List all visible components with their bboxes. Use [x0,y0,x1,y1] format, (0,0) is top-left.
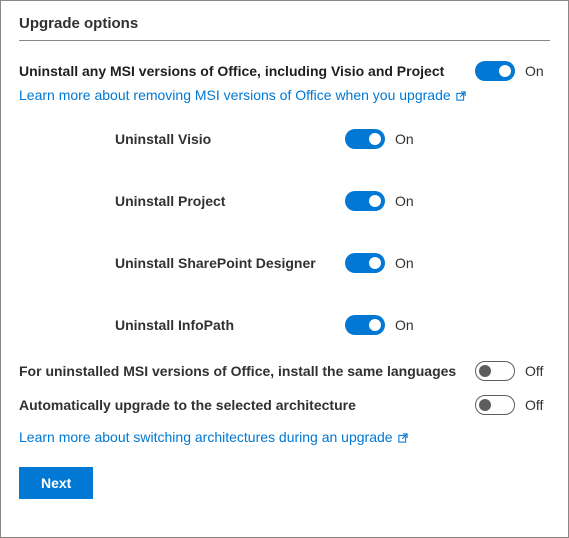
external-link-icon [455,89,467,101]
sub-option-project: Uninstall Project On [115,191,420,211]
sub-option-state: On [395,255,414,271]
bottom-option-label: Automatically upgrade to the selected ar… [19,397,356,413]
external-link-icon [397,431,409,443]
sub-option-state: On [395,193,414,209]
sub-option-toggle-infopath[interactable] [345,315,385,335]
bottom-option-state: Off [525,363,543,379]
panel-title: Upgrade options [19,15,550,40]
sub-option-label: Uninstall SharePoint Designer [115,255,316,271]
sub-option-state: On [395,317,414,333]
sub-option-state: On [395,131,414,147]
sub-options-group: Uninstall Visio On Uninstall Project On … [19,129,550,335]
sub-option-label: Uninstall Project [115,193,225,209]
bottom-option-state: Off [525,397,543,413]
sub-option-visio: Uninstall Visio On [115,129,420,149]
sub-option-label: Uninstall InfoPath [115,317,234,333]
sub-option-label: Uninstall Visio [115,131,211,147]
bottom-option-label: For uninstalled MSI versions of Office, … [19,363,456,379]
learn-more-architecture-link[interactable]: Learn more about switching architectures… [19,429,409,445]
learn-more-msi-text: Learn more about removing MSI versions o… [19,87,451,103]
sub-option-toggle-sharepoint[interactable] [345,253,385,273]
upgrade-options-panel: Upgrade options Uninstall any MSI versio… [0,0,569,538]
main-option-row: Uninstall any MSI versions of Office, in… [19,61,550,81]
main-option-state: On [525,63,544,79]
sub-option-toggle-visio[interactable] [345,129,385,149]
main-option-toggle[interactable] [475,61,515,81]
main-option-toggle-wrap: On [475,61,550,81]
next-button[interactable]: Next [19,467,93,499]
main-option-label: Uninstall any MSI versions of Office, in… [19,63,444,79]
learn-more-architecture-text: Learn more about switching architectures… [19,429,393,445]
sub-option-sharepoint: Uninstall SharePoint Designer On [115,253,420,273]
bottom-option-toggle-languages[interactable] [475,361,515,381]
bottom-option-toggle-architecture[interactable] [475,395,515,415]
bottom-option-architecture: Automatically upgrade to the selected ar… [19,395,550,415]
bottom-option-languages: For uninstalled MSI versions of Office, … [19,361,550,381]
sub-option-infopath: Uninstall InfoPath On [115,315,420,335]
divider [19,40,550,41]
learn-more-msi-link[interactable]: Learn more about removing MSI versions o… [19,87,467,103]
sub-option-toggle-project[interactable] [345,191,385,211]
